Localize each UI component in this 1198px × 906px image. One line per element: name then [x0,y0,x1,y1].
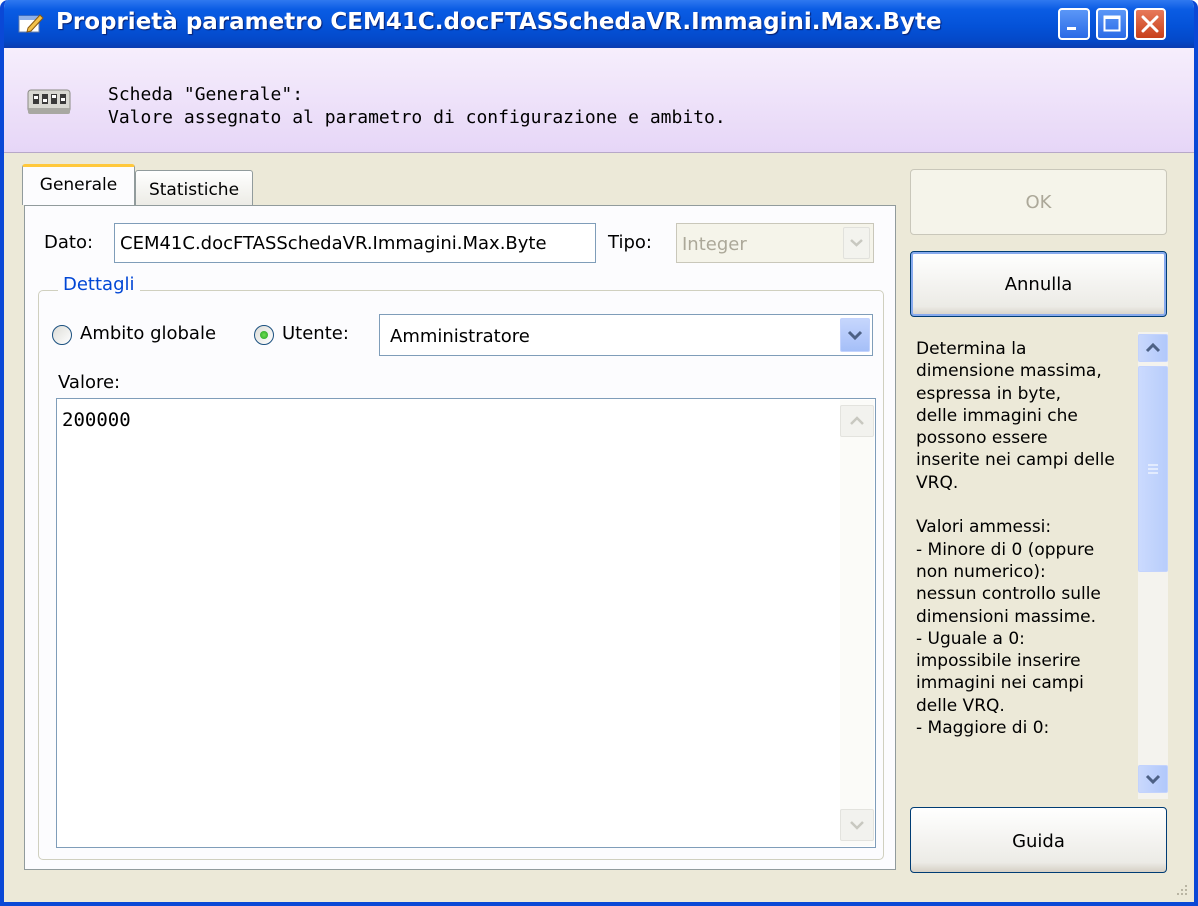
ok-button[interactable]: OK [910,169,1167,235]
dato-field[interactable]: CEM41C.docFTASSchedaVR.Immagini.Max.Byte [114,223,596,263]
dialog-window: Proprietà parametro CEM41C.docFTASScheda… [0,0,1198,906]
tipo-value: Integer [682,234,747,255]
help-scroll-thumb[interactable] [1138,366,1168,572]
help-scroll-up-button[interactable] [1138,334,1168,362]
radio-selected-dot [260,331,268,339]
valore-text[interactable]: 200000 [62,409,131,431]
help-scroll-down-button[interactable] [1138,765,1168,793]
tipo-dropdown-button [843,227,870,259]
window-title: Proprietà parametro CEM41C.docFTASScheda… [56,9,942,35]
help-text: Determina la dimensione massima, espress… [916,339,1115,739]
radio-ambito-globale-label[interactable]: Ambito globale [80,323,216,344]
header-title: Scheda "Generale": [108,84,304,105]
properties-icon [18,14,44,33]
valore-scrollbar[interactable] [840,400,874,846]
utente-dropdown-button[interactable] [840,318,870,352]
maximize-button[interactable] [1096,8,1128,40]
chevron-down-icon [847,330,863,341]
scroll-up-button [840,405,874,437]
radio-ambito-globale[interactable] [52,325,72,345]
chevron-down-icon [850,239,863,247]
cancel-button[interactable]: Annulla [910,251,1167,317]
chevron-up-icon [1145,342,1161,353]
grip-lines-icon [1148,464,1158,474]
settings-panel-icon [27,89,71,114]
radio-utente[interactable] [254,325,274,345]
valore-textarea[interactable]: 200000 [56,398,876,848]
help-scrollbar[interactable] [1138,332,1168,799]
chevron-down-icon [850,821,864,830]
tipo-label: Tipo: [608,232,652,253]
chevron-down-icon [1145,774,1161,785]
help-panel: Determina la dimensione massima, espress… [910,332,1170,799]
tab-statistiche[interactable]: Statistiche [135,170,253,206]
minimize-icon [1067,27,1076,30]
resize-grip-icon[interactable] [1174,882,1188,896]
dato-label: Dato: [44,232,94,253]
radio-utente-label[interactable]: Utente: [282,323,349,344]
close-icon [1141,15,1159,33]
title-bar[interactable]: Proprietà parametro CEM41C.docFTASScheda… [4,0,1194,48]
chevron-up-icon [850,416,864,425]
utente-value: Amministratore [390,326,530,347]
valore-label: Valore: [58,372,121,393]
tab-generale[interactable]: Generale [22,164,135,205]
scroll-down-button [840,809,874,841]
minimize-button[interactable] [1058,8,1090,40]
maximize-icon [1103,15,1121,32]
dettagli-group-title: Dettagli [58,274,140,295]
header-description: Valore assegnato al parametro di configu… [108,107,726,128]
dialog-header: Scheda "Generale": Valore assegnato al p… [4,48,1194,153]
help-button[interactable]: Guida [910,807,1167,873]
close-button[interactable] [1134,8,1166,40]
utente-select[interactable]: Amministratore [379,314,873,356]
